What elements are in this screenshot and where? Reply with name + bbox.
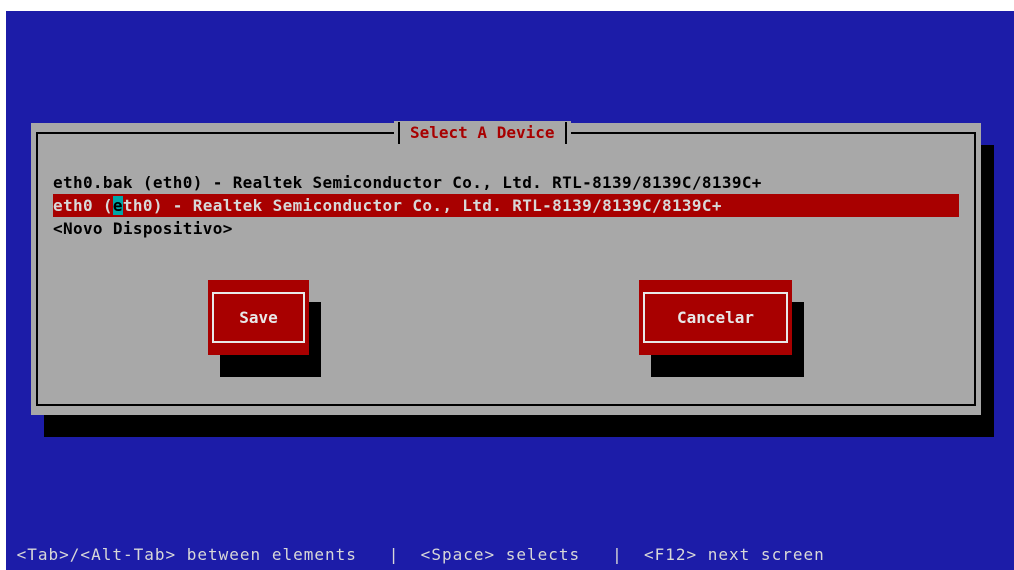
dialog-title: Select A Device — [410, 123, 555, 142]
dialog-title-bar: Select A Device — [394, 121, 571, 145]
cancel-button-label: Cancelar — [676, 308, 755, 327]
select-device-dialog: Select A Device eth0.bak (eth0) - Realte… — [31, 121, 981, 415]
save-button[interactable]: Save — [208, 280, 309, 355]
save-button-border: Save — [212, 292, 305, 343]
save-button-label: Save — [239, 308, 278, 327]
device-item-new-device[interactable]: <Novo Dispositivo> — [53, 217, 959, 240]
device-item-eth0-bak[interactable]: eth0.bak (eth0) - Realtek Semiconductor … — [53, 171, 959, 194]
cancel-button[interactable]: Cancelar — [639, 280, 792, 355]
text-cursor: e — [112, 196, 123, 215]
device-item-eth0[interactable]: eth0 (eth0) - Realtek Semiconductor Co.,… — [53, 194, 959, 217]
cancel-button-border: Cancelar — [643, 292, 788, 343]
device-item-eth0-label-end: th0) - Realtek Semiconductor Co., Ltd. R… — [122, 196, 722, 215]
device-item-eth0-label-start: eth0 ( — [53, 196, 113, 215]
help-line: <Tab>/<Alt-Tab> between elements | <Spac… — [6, 545, 825, 564]
device-list[interactable]: eth0.bak (eth0) - Realtek Semiconductor … — [53, 171, 959, 240]
title-right-separator — [564, 122, 567, 144]
